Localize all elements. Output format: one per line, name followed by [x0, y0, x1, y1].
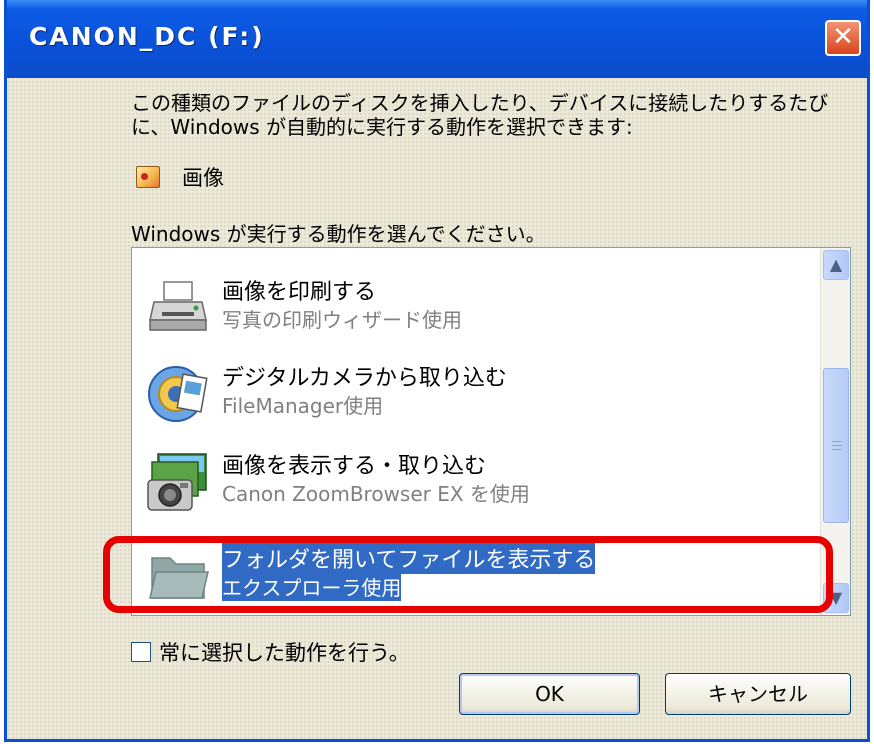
picture-icon: [136, 166, 160, 188]
action-title: 画像を表示する・取り込む: [222, 454, 487, 479]
action-title: 画像を印刷する: [222, 280, 377, 305]
chevron-up-icon: ▲: [829, 255, 843, 274]
list-item-view-import[interactable]: 画像を表示する・取り込む Canon ZoomBrowser EX を使用: [140, 444, 820, 524]
title-bar[interactable]: CANON_DC (F:) ✕: [7, 0, 867, 78]
close-button[interactable]: ✕: [825, 20, 861, 56]
camera-import-icon: [146, 362, 210, 426]
list-item-camera-import[interactable]: デジタルカメラから取り込む FileManager使用: [140, 356, 820, 436]
action-subtitle: 写真の印刷ウィザード使用: [222, 308, 462, 332]
highlight-annotation: [103, 536, 833, 613]
ok-button[interactable]: OK: [459, 673, 640, 715]
content-type-row: 画像: [136, 164, 224, 190]
list-item-print[interactable]: 画像を印刷する 写真の印刷ウィザード使用: [140, 270, 820, 350]
grip-line: [832, 441, 842, 442]
scroll-up-button[interactable]: ▲: [823, 250, 849, 280]
scroll-thumb[interactable]: [823, 368, 849, 523]
close-icon: ✕: [832, 22, 854, 52]
window-title: CANON_DC (F:): [29, 22, 265, 51]
always-do-row[interactable]: 常に選択した動作を行う。: [131, 637, 410, 667]
grip-line: [832, 445, 842, 446]
action-subtitle: FileManager使用: [222, 394, 384, 418]
always-do-checkbox[interactable]: [131, 642, 151, 662]
action-subtitle: Canon ZoomBrowser EX を使用: [222, 482, 530, 506]
dialog-description: この種類のファイルのディスクを挿入したり、デバイスに接続したりするたびに、Win…: [131, 91, 829, 139]
camera-photos-icon: [146, 450, 210, 514]
cancel-button[interactable]: キャンセル: [665, 673, 851, 715]
content-type-label: 画像: [182, 166, 224, 190]
printer-icon: [146, 276, 210, 340]
always-do-label: 常に選択した動作を行う。: [159, 641, 410, 665]
action-title: デジタルカメラから取り込む: [222, 366, 507, 391]
action-prompt: Windows が実行する動作を選んでください。: [131, 222, 546, 246]
grip-line: [832, 449, 842, 450]
